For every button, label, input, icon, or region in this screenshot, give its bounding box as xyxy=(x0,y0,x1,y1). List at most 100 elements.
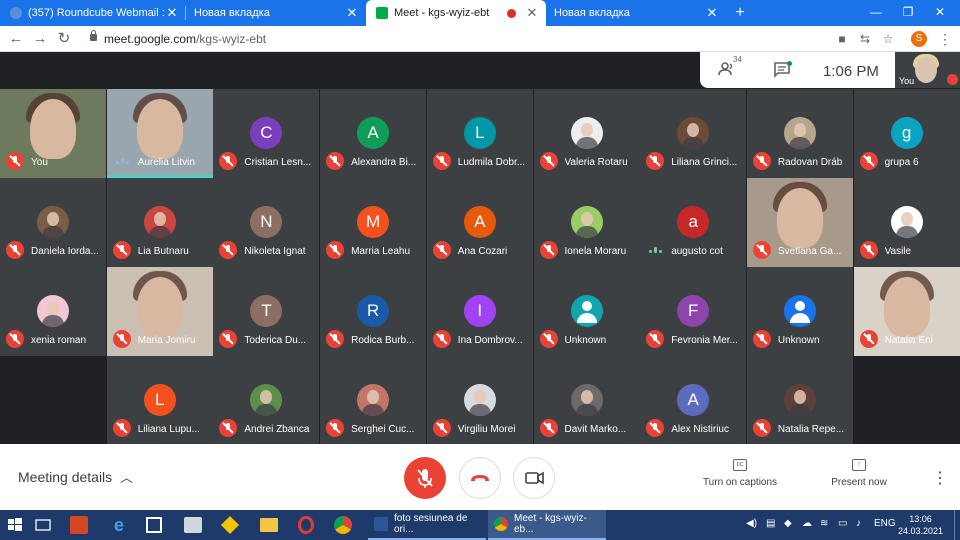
participant-tile[interactable]: Unknown xyxy=(746,267,853,356)
participant-tile[interactable]: g grupa 6 xyxy=(853,89,960,178)
system-clock[interactable]: 13:06 24.03.2021 xyxy=(898,513,943,537)
tab-meet[interactable]: Meet - kgs-wyiz-ebt ✕ xyxy=(366,0,546,26)
bookmark-star-icon[interactable]: ☆ xyxy=(879,30,897,48)
show-desktop-button[interactable] xyxy=(954,510,960,540)
file-explorer-icon[interactable] xyxy=(260,518,278,532)
translate-icon[interactable]: ⇆ xyxy=(856,30,874,48)
participant-tile[interactable]: Andrei Zbanca xyxy=(213,356,320,445)
participant-tile[interactable]: Valeria Rotaru xyxy=(533,89,640,178)
participant-tile[interactable]: N Nikoleta Ignat xyxy=(213,178,320,267)
mic-off-icon xyxy=(432,419,451,437)
participant-tile[interactable]: Lia Butnaru xyxy=(106,178,213,267)
participant-tile[interactable]: Aurelia Litvin xyxy=(106,89,213,178)
participant-tile[interactable]: A Alexandra Bi... xyxy=(320,89,427,178)
present-label: Present now xyxy=(831,477,887,488)
mic-off-icon xyxy=(6,330,24,348)
participant-name: Serghei Cuc... xyxy=(351,424,415,435)
participant-tile[interactable]: Virgiliu Morei xyxy=(426,356,533,445)
lock-icon[interactable] xyxy=(90,30,97,41)
participant-name: You xyxy=(31,157,48,168)
participant-tile[interactable]: Natalia Repe... xyxy=(746,356,853,445)
close-icon[interactable]: ✕ xyxy=(524,5,540,21)
participant-tile[interactable]: a augusto cot xyxy=(640,178,747,267)
participant-tile[interactable]: Radovan Dráb xyxy=(746,89,853,178)
leave-call-button[interactable] xyxy=(459,457,501,499)
store-icon[interactable] xyxy=(146,517,162,533)
restore-button[interactable]: ❐ xyxy=(892,0,924,24)
tab-roundcube[interactable]: (357) Roundcube Webmail :: Trimi ✕ xyxy=(0,0,186,26)
windows-start-icon[interactable] xyxy=(4,514,26,536)
profile-avatar[interactable]: S xyxy=(911,31,927,47)
tab-new-1[interactable]: Новая вкладка ✕ xyxy=(186,0,366,26)
back-icon[interactable]: ← xyxy=(5,28,27,50)
participant-tile[interactable]: A Alex Nistiriuc xyxy=(640,356,747,445)
participant-tile[interactable]: Natalia Eni xyxy=(853,267,960,356)
participant-tile[interactable]: Vasile xyxy=(853,178,960,267)
participant-tile[interactable]: I Ina Dombrov... xyxy=(426,267,533,356)
app-icon[interactable] xyxy=(220,515,240,535)
present-now-button[interactable]: ↑ Present now xyxy=(823,459,895,488)
chrome-icon[interactable] xyxy=(334,516,352,534)
participant-name: Alexandra Bi... xyxy=(351,157,417,168)
new-tab-button[interactable]: + xyxy=(730,2,750,24)
participant-tile[interactable]: Serghei Cuc... xyxy=(320,356,427,445)
participant-tile[interactable]: xenia roman xyxy=(0,267,106,356)
volume-icon[interactable]: ♪ xyxy=(856,518,861,529)
chevron-up-icon[interactable]: ︿ xyxy=(120,467,133,486)
taskbar-chrome-app[interactable]: Meet - kgs-wyiz-eb... xyxy=(488,510,606,540)
forward-icon[interactable]: → xyxy=(29,28,51,50)
url-field[interactable]: meet.google.com/kgs-wyiz-ebt xyxy=(104,32,266,46)
mic-off-icon xyxy=(326,152,345,170)
camera-permission-icon[interactable]: ■ xyxy=(833,30,851,48)
paint-icon[interactable] xyxy=(184,517,202,533)
participant-tile[interactable]: T Toderica Du... xyxy=(213,267,320,356)
close-window-button[interactable]: ✕ xyxy=(924,0,956,24)
captions-icon: cc xyxy=(733,459,747,471)
participant-tile[interactable]: L Liliana Lupu... xyxy=(106,356,213,445)
participant-tile[interactable]: L Ludmila Dobr... xyxy=(426,89,533,178)
self-view-tile[interactable]: You xyxy=(895,52,960,88)
wifi-icon[interactable]: ≋ xyxy=(820,518,828,529)
task-view-icon[interactable] xyxy=(32,514,54,536)
participant-tile[interactable]: Davit Marko... xyxy=(533,356,640,445)
meet-favicon-icon xyxy=(376,7,388,19)
participant-tile[interactable]: Unknown xyxy=(533,267,640,356)
mic-toggle-button[interactable] xyxy=(404,457,446,499)
participant-tile[interactable]: F Fevronia Mer... xyxy=(640,267,747,356)
taskbar-word-app[interactable]: foto sesiunea de ori... xyxy=(368,510,486,540)
close-icon[interactable]: ✕ xyxy=(344,5,360,21)
tab-new-2[interactable]: Новая вкладка ✕ xyxy=(546,0,726,26)
meeting-details-button[interactable]: Meeting details xyxy=(18,469,112,485)
mic-off-icon xyxy=(219,419,238,437)
opera-icon[interactable] xyxy=(298,516,314,534)
participant-tile[interactable]: Daniela Iorda... xyxy=(0,178,106,267)
people-icon[interactable] xyxy=(718,62,736,76)
participant-tile[interactable]: Liliana Grinci... xyxy=(640,89,747,178)
hang-up-icon xyxy=(471,475,489,481)
browser-menu-icon[interactable]: ⋮ xyxy=(938,31,952,47)
participant-tile[interactable]: R Rodica Burb... xyxy=(320,267,427,356)
powerpoint-icon[interactable] xyxy=(70,516,88,534)
participant-tile[interactable]: You xyxy=(0,89,106,178)
minimize-button[interactable]: — xyxy=(860,0,892,24)
close-icon[interactable]: ✕ xyxy=(704,5,720,21)
keyboard-language[interactable]: ENG xyxy=(874,518,896,529)
participant-tile[interactable]: C Cristian Lesn... xyxy=(213,89,320,178)
edge-icon[interactable]: e xyxy=(108,514,130,536)
battery-icon[interactable]: ▭ xyxy=(838,518,847,529)
participant-tile[interactable]: Maria Jomiru xyxy=(106,267,213,356)
reload-icon[interactable]: ↻ xyxy=(53,28,75,50)
participant-tile[interactable]: Ionela Moraru xyxy=(533,178,640,267)
speaker-icon[interactable]: ◀) xyxy=(746,518,757,529)
dropbox-icon[interactable]: ◆ xyxy=(784,518,792,529)
participant-tile[interactable]: Svetlana Ga... xyxy=(746,178,853,267)
windows-taskbar: e foto sesiunea de ori... Meet - kgs-wyi… xyxy=(0,510,960,540)
camera-toggle-button[interactable] xyxy=(513,457,555,499)
captions-button[interactable]: cc Turn on captions xyxy=(700,459,780,488)
participant-tile[interactable]: M Marria Leahu xyxy=(320,178,427,267)
network-icon[interactable]: ▤ xyxy=(766,518,775,529)
close-icon[interactable]: ✕ xyxy=(164,5,180,21)
onedrive-icon[interactable]: ☁ xyxy=(802,518,812,529)
participant-tile[interactable]: A Ana Cozari xyxy=(426,178,533,267)
more-options-icon[interactable]: ⋮ xyxy=(932,468,948,488)
